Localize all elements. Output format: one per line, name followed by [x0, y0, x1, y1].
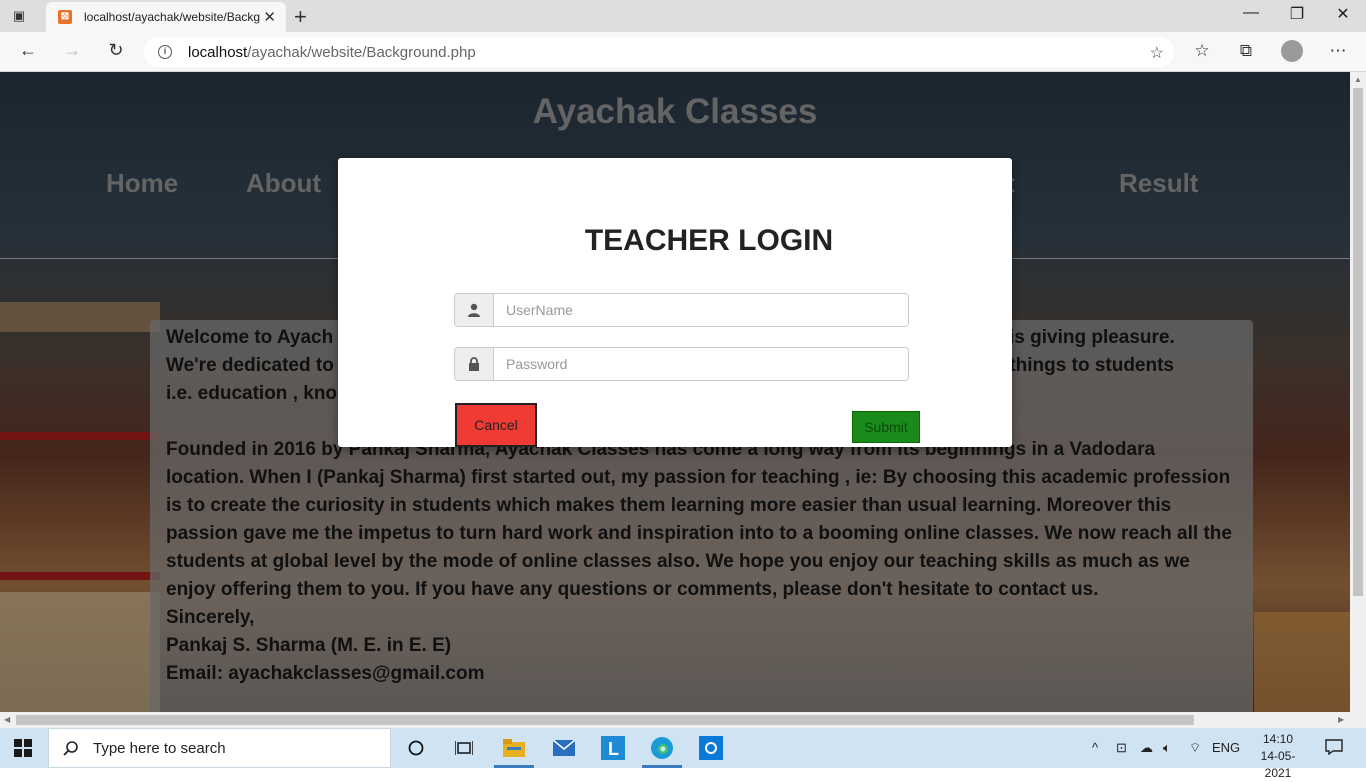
password-input[interactable]: [494, 348, 908, 380]
vertical-scrollbar[interactable]: ▲: [1350, 72, 1366, 712]
back-icon[interactable]: ←: [15, 40, 41, 61]
volume-icon[interactable]: 🔈︎: [1163, 740, 1171, 756]
clock-date: 14-05-2021: [1260, 749, 1296, 780]
file-explorer-icon[interactable]: [501, 736, 527, 760]
username-input[interactable]: [494, 294, 908, 326]
user-icon: [455, 294, 494, 326]
app-icon[interactable]: [698, 736, 724, 760]
submit-button[interactable]: Submit: [852, 411, 920, 443]
taskbar-clock[interactable]: 14:10 14-05-2021: [1252, 731, 1304, 782]
url-path: /ayachak/website/Background.php: [247, 43, 476, 61]
scroll-left-icon[interactable]: ◀: [4, 715, 10, 724]
new-tab-icon[interactable]: +: [294, 4, 307, 30]
mail-icon[interactable]: [551, 736, 577, 760]
cortana-icon[interactable]: [403, 736, 429, 760]
windows-start-icon[interactable]: [14, 739, 32, 757]
scroll-up-icon[interactable]: ▲: [1354, 75, 1362, 84]
forward-icon[interactable]: →: [59, 40, 85, 61]
windows-taskbar: Type here to search L ^ ⊡ ☁ 🔈︎ ⌔ ENG 14:…: [0, 728, 1366, 780]
window-close-icon[interactable]: ✕: [1320, 4, 1366, 24]
url-host: localhost: [188, 43, 248, 61]
l-app-icon[interactable]: L: [600, 736, 626, 760]
taskbar-search[interactable]: Type here to search: [48, 728, 391, 768]
browser-tab[interactable]: ⊠ localhost/ayachak/website/Backg ✕: [46, 2, 286, 32]
refresh-icon[interactable]: ↻: [103, 40, 129, 61]
onedrive-icon[interactable]: ☁: [1140, 740, 1153, 756]
collections-icon[interactable]: ⧉: [1233, 41, 1259, 61]
device-icon[interactable]: ⊡: [1116, 740, 1127, 756]
edge-browser-icon[interactable]: [649, 736, 675, 760]
search-placeholder: Type here to search: [93, 739, 226, 757]
task-view-icon[interactable]: [451, 736, 477, 760]
teacher-login-modal: TEACHER LOGIN Cancel Submit: [338, 158, 1012, 447]
tab-actions-icon[interactable]: ▣: [10, 7, 28, 25]
cancel-button[interactable]: Cancel: [455, 403, 537, 447]
horizontal-scrollbar[interactable]: ◀ ▶: [0, 712, 1366, 728]
xampp-favicon-icon: ⊠: [58, 10, 72, 24]
lock-icon: [455, 348, 494, 380]
more-menu-icon[interactable]: ⋯: [1325, 41, 1351, 61]
url-field[interactable]: i localhost/ayachak/website/Background.p…: [144, 37, 1174, 67]
username-group: [454, 293, 909, 327]
tab-title: localhost/ayachak/website/Backg: [84, 10, 260, 24]
minimize-icon[interactable]: —: [1228, 4, 1274, 22]
browser-tab-bar: ▣ ⊠ localhost/ayachak/website/Backg ✕ + …: [0, 0, 1366, 32]
wifi-icon[interactable]: ⌔: [1189, 740, 1201, 756]
show-hidden-icons[interactable]: ^: [1092, 740, 1098, 755]
scroll-right-icon[interactable]: ▶: [1338, 715, 1344, 724]
tab-close-icon[interactable]: ✕: [263, 8, 276, 26]
address-bar-row: ← → ↻ i localhost/ayachak/website/Backgr…: [0, 32, 1366, 72]
search-icon: [63, 741, 78, 756]
notification-icon[interactable]: [1325, 739, 1343, 760]
language-indicator[interactable]: ENG: [1212, 740, 1240, 755]
password-group: [454, 347, 909, 381]
add-favorite-icon[interactable]: ☆: [1150, 43, 1164, 63]
site-info-icon[interactable]: i: [158, 45, 172, 59]
profile-avatar[interactable]: [1281, 40, 1303, 62]
horizontal-scroll-thumb[interactable]: [16, 715, 1194, 725]
svg-text:L: L: [608, 739, 619, 759]
clock-time: 14:10: [1262, 732, 1294, 746]
restore-icon[interactable]: ❐: [1274, 4, 1320, 24]
vertical-scroll-thumb[interactable]: [1353, 88, 1363, 596]
modal-title: TEACHER LOGIN: [584, 224, 834, 257]
favorites-icon[interactable]: ☆: [1189, 41, 1215, 61]
